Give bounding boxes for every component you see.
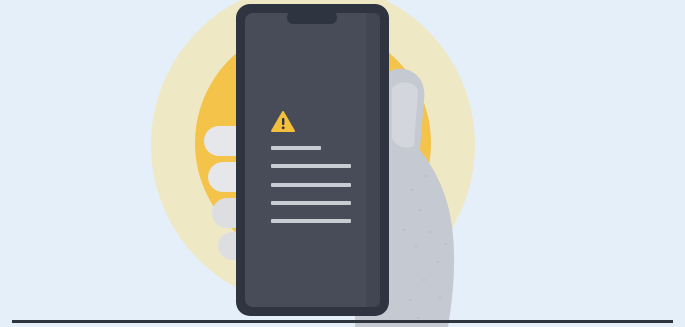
ground-line (12, 320, 673, 323)
phone-screen (245, 13, 380, 307)
text-line (271, 146, 321, 150)
text-line (271, 219, 351, 223)
hand-phone-illustration (0, 0, 685, 327)
text-line (271, 183, 351, 187)
phone-notch (287, 11, 337, 24)
illustration-scene (0, 0, 685, 327)
phone (236, 4, 389, 316)
text-line (271, 201, 351, 205)
text-line (271, 164, 351, 168)
